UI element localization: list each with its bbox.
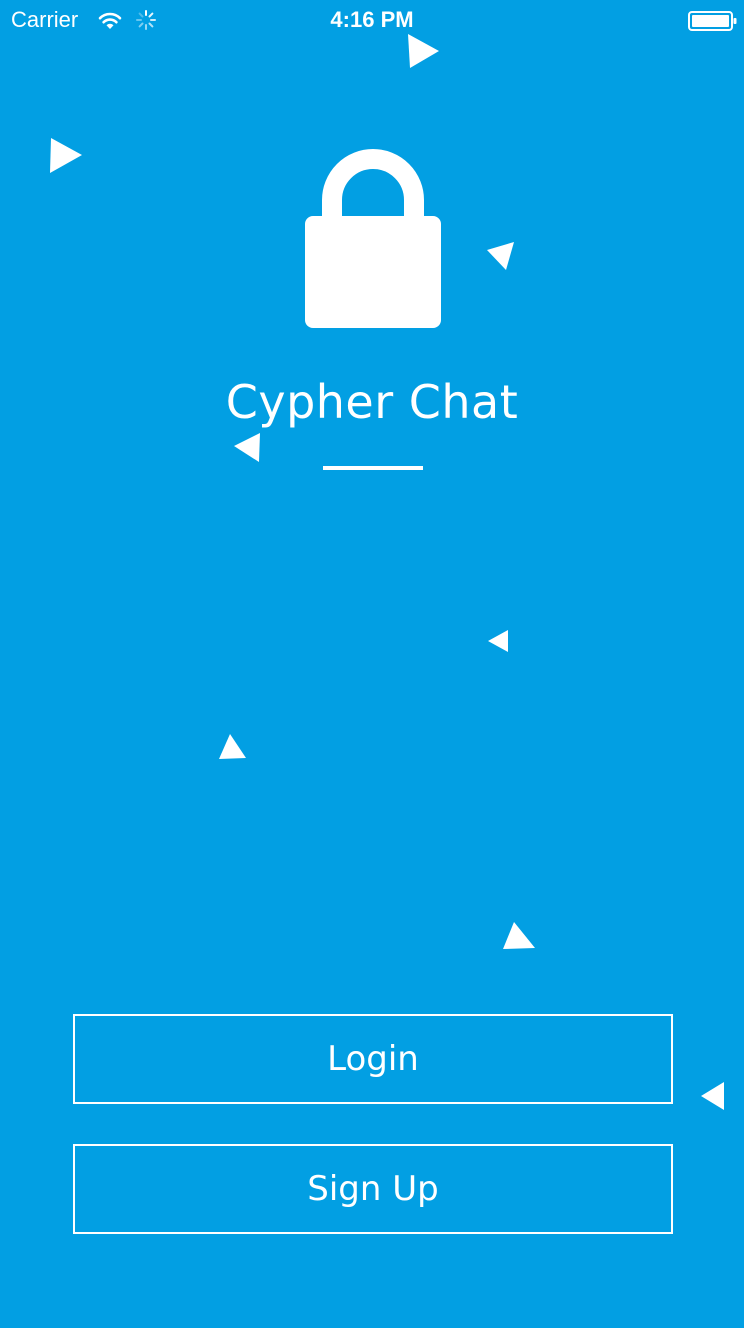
triangle-particle-icon (408, 34, 439, 68)
triangle-particle-icon (488, 630, 508, 652)
triangle-particle-icon (503, 922, 535, 949)
lock-icon (305, 149, 441, 328)
triangle-particle-icon (234, 433, 260, 462)
triangle-particle-icon (701, 1082, 724, 1110)
triangle-particle-icon (219, 734, 246, 759)
triangle-particle-icon (487, 242, 514, 270)
battery-icon (688, 11, 737, 31)
app-title: Cypher Chat (225, 375, 519, 429)
login-button[interactable]: Login (73, 1014, 673, 1104)
status-time: 4:16 PM (330, 7, 414, 32)
title-divider (323, 466, 423, 470)
triangle-particle-icon (50, 138, 82, 173)
status-bar: Carrier 4:16 PM (0, 0, 744, 40)
signup-button[interactable]: Sign Up (73, 1144, 673, 1234)
